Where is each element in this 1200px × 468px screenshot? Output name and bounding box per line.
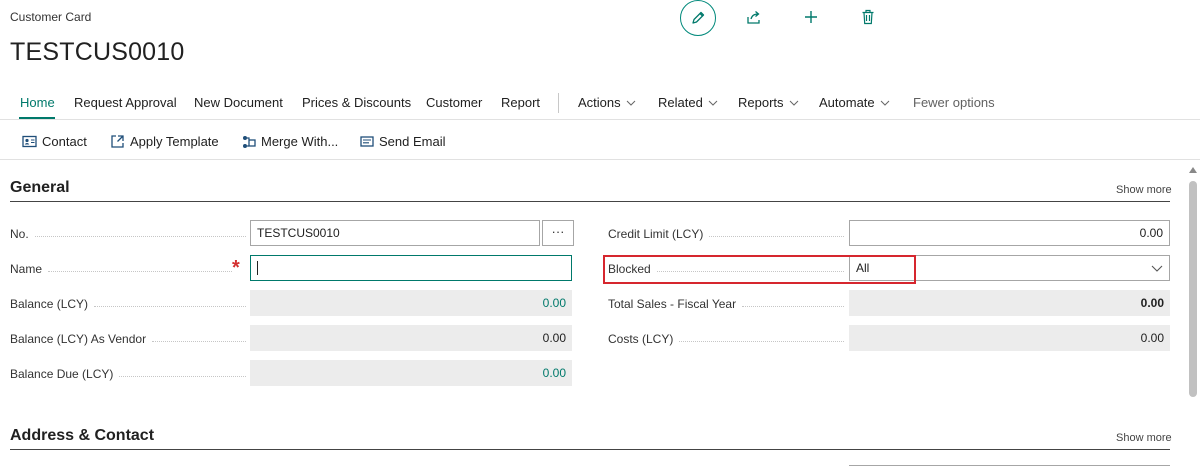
text-cursor (257, 261, 258, 275)
name-field[interactable] (250, 255, 572, 281)
section-title-address-contact[interactable]: Address & Contact (10, 427, 154, 445)
chevron-down-icon (880, 100, 890, 106)
merge-with-label: Merge With... (261, 134, 339, 149)
field-label-balance-lcy-as-vendor: Balance (LCY) As Vendor (10, 332, 246, 346)
apply-template-icon (111, 135, 124, 148)
edit-button[interactable] (680, 0, 716, 36)
field-label-text: Balance Due (LCY) (10, 367, 114, 381)
apply-template-label: Apply Template (130, 134, 219, 149)
show-more-general[interactable]: Show more (1116, 184, 1172, 196)
share-icon (747, 11, 760, 24)
delete-icon (862, 9, 874, 25)
chevron-down-icon (708, 100, 718, 106)
field-label-text: Credit Limit (LCY) (608, 227, 704, 241)
section-divider (10, 201, 1170, 202)
share-button[interactable] (743, 6, 765, 28)
label-leader (94, 305, 246, 307)
label-leader (679, 340, 844, 342)
label-leader (34, 235, 246, 237)
no-assist-button[interactable]: ··· (542, 220, 574, 246)
field-label-text: Total Sales - Fiscal Year (608, 297, 737, 311)
actions-menu[interactable]: Actions (578, 95, 636, 110)
actions-menu-label: Actions (578, 95, 621, 110)
command-bar: Contact Apply Template Merge With... Sen… (0, 124, 1200, 160)
active-tab-indicator (19, 117, 55, 119)
merge-icon (243, 135, 256, 148)
show-more-address-contact[interactable]: Show more (1116, 432, 1172, 444)
related-menu[interactable]: Related (658, 95, 718, 110)
contact-card-icon (22, 135, 37, 148)
no-field[interactable]: TESTCUS0010 (250, 220, 540, 246)
add-button[interactable] (800, 6, 822, 28)
reports-menu-label: Reports (738, 95, 784, 110)
no-field-value: TESTCUS0010 (257, 226, 340, 240)
section-divider (10, 449, 1170, 450)
label-leader (709, 235, 844, 237)
required-indicator: * (232, 257, 240, 279)
tab-customer[interactable]: Customer (426, 95, 482, 110)
label-leader (152, 340, 246, 342)
tab-prices-discounts[interactable]: Prices & Discounts (302, 95, 411, 110)
add-icon (805, 11, 817, 23)
credit-limit-value: 0.00 (1139, 226, 1163, 240)
email-icon (360, 136, 374, 147)
field-label-credit-limit: Credit Limit (LCY) (608, 227, 844, 241)
costs-lcy-value: 0.00 (849, 325, 1170, 351)
chevron-down-icon (626, 100, 635, 106)
automate-menu[interactable]: Automate (819, 95, 890, 110)
balance-lcy-value[interactable]: 0.00 (250, 290, 572, 316)
balance-due-lcy-value[interactable]: 0.00 (250, 360, 572, 386)
field-label-text: Costs (LCY) (608, 332, 674, 346)
label-leader (119, 375, 246, 377)
field-label-text: No. (10, 227, 29, 241)
tab-home[interactable]: Home (20, 95, 55, 110)
vertical-scrollbar[interactable] (1186, 165, 1200, 468)
contact-button[interactable]: Contact (22, 134, 87, 149)
action-bar: Home Request Approval New Document Price… (0, 88, 1200, 120)
total-sales-value: 0.00 (849, 290, 1170, 316)
chevron-down-icon (789, 100, 798, 106)
page-title: TESTCUS0010 (10, 38, 185, 66)
edit-icon (692, 11, 705, 24)
field-label-name: Name (10, 262, 232, 276)
field-label-balance-lcy: Balance (LCY) (10, 297, 246, 311)
label-leader (742, 305, 844, 307)
fewer-options-button[interactable]: Fewer options (913, 95, 995, 110)
credit-limit-field[interactable]: 0.00 (849, 220, 1170, 246)
send-email-label: Send Email (379, 134, 446, 149)
tab-new-document[interactable]: New Document (194, 95, 283, 110)
costs-lcy-text: 0.00 (1140, 331, 1164, 345)
field-label-costs-lcy: Costs (LCY) (608, 332, 844, 346)
merge-with-button[interactable]: Merge With... (241, 134, 338, 149)
section-title-general[interactable]: General (10, 179, 70, 197)
field-label-balance-due-lcy: Balance Due (LCY) (10, 367, 246, 381)
delete-button[interactable] (857, 6, 879, 28)
field-label-total-sales: Total Sales - Fiscal Year (608, 297, 844, 311)
related-menu-label: Related (658, 95, 703, 110)
highlight-box (603, 255, 916, 284)
tab-request-approval[interactable]: Request Approval (74, 95, 177, 110)
field-label-text: Name (10, 262, 43, 276)
tab-report[interactable]: Report (501, 95, 540, 110)
balance-due-lcy-link[interactable]: 0.00 (543, 366, 566, 380)
automate-menu-label: Automate (819, 95, 875, 110)
label-leader (48, 270, 232, 272)
send-email-button[interactable]: Send Email (360, 134, 445, 149)
chevron-down-icon (1151, 265, 1163, 272)
field-label-no: No. (10, 227, 246, 241)
total-sales-text: 0.00 (1140, 296, 1164, 310)
action-bar-separator (558, 93, 559, 113)
reports-menu[interactable]: Reports (738, 95, 799, 110)
apply-template-button[interactable]: Apply Template (110, 134, 219, 149)
balance-lcy-as-vendor-value: 0.00 (250, 325, 572, 351)
scroll-up-icon[interactable] (1189, 167, 1197, 173)
contact-label: Contact (42, 134, 87, 149)
breadcrumb: Customer Card (10, 10, 92, 24)
balance-lcy-link[interactable]: 0.00 (543, 296, 566, 310)
field-label-text: Balance (LCY) As Vendor (10, 332, 147, 346)
field-label-text: Balance (LCY) (10, 297, 89, 311)
balance-lcy-as-vendor-text: 0.00 (542, 331, 566, 345)
scrollbar-thumb[interactable] (1189, 181, 1197, 397)
